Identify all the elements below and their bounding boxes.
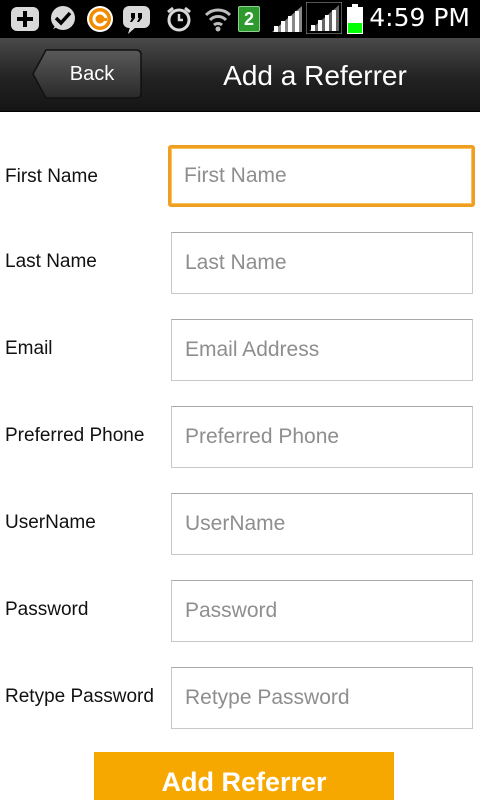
email-input[interactable] — [171, 319, 473, 381]
notification-badge-count: 2 — [243, 9, 254, 29]
password-label: Password — [5, 599, 89, 620]
first-name-label: First Name — [5, 166, 98, 187]
form-row-last-name: Last Name — [0, 230, 480, 294]
back-button[interactable]: Back — [32, 49, 142, 99]
page-title: Add a Referrer — [223, 60, 407, 91]
preferred-phone-label: Preferred Phone — [5, 425, 145, 446]
form-row-email: Email — [0, 317, 480, 381]
first-name-input[interactable] — [168, 145, 475, 207]
status-time: 4:59 PM — [369, 3, 470, 32]
form-row-preferred-phone: Preferred Phone — [0, 404, 480, 468]
alarm-icon — [167, 6, 191, 32]
retype-password-input[interactable] — [171, 667, 473, 729]
form-row-password: Password — [0, 578, 480, 642]
battery-icon — [347, 4, 363, 34]
add-icon — [11, 7, 39, 31]
preferred-phone-input[interactable] — [171, 406, 473, 468]
form-row-retype-password: Retype Password — [0, 665, 480, 729]
form-row-username: UserName — [0, 491, 480, 555]
chat-icon — [123, 6, 150, 34]
wifi-icon — [204, 8, 232, 32]
last-name-label: Last Name — [5, 251, 97, 272]
refresh-icon — [87, 6, 113, 32]
title-bar: Back Add a Referrer — [0, 38, 480, 112]
last-name-input[interactable] — [171, 232, 473, 294]
status-bar: 2 4:59 PM — [0, 0, 480, 38]
signal-icon — [272, 6, 302, 32]
notification-badge-icon: 2 — [238, 6, 260, 32]
username-label: UserName — [5, 512, 96, 533]
password-input[interactable] — [171, 580, 473, 642]
retype-password-label: Retype Password — [5, 686, 154, 707]
email-label: Email — [5, 338, 53, 359]
add-referrer-button[interactable]: Add Referrer — [94, 752, 394, 800]
signal-icon — [306, 2, 342, 34]
checkmark-icon — [51, 6, 75, 30]
form-row-first-name: First Name — [0, 145, 480, 209]
username-input[interactable] — [171, 493, 473, 555]
back-button-label: Back — [69, 63, 115, 85]
